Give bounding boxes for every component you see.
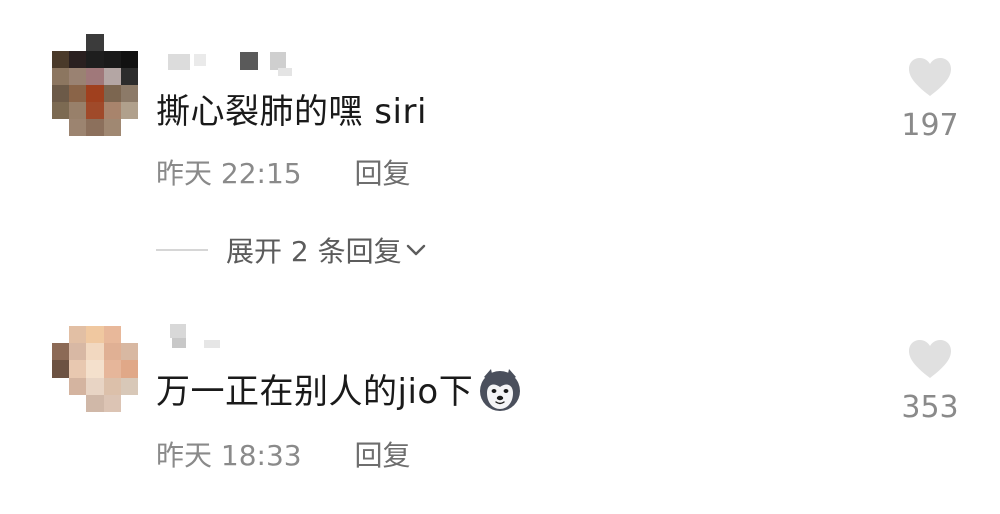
avatar-pixel	[120, 343, 138, 361]
avatar-pixel	[103, 102, 121, 119]
avatar-pixel	[52, 102, 70, 119]
avatar-pixel	[103, 360, 121, 378]
comment-item: 撕心裂肺的嘿 siri 昨天 22:15 回复 展开 2 条回复 197	[0, 0, 1000, 290]
avatar-pixel	[120, 68, 138, 85]
avatar-pixel	[103, 85, 121, 102]
avatar-pixel	[86, 326, 104, 344]
avatar-pixel	[86, 68, 104, 85]
avatar-pixel	[120, 326, 138, 344]
comment-text: 万一正在别人的jio下	[156, 364, 523, 413]
like-count: 197	[901, 108, 959, 143]
avatar-pixel	[52, 343, 70, 361]
comment-meta: 昨天 18:33 回复	[156, 434, 411, 474]
avatar-pixel	[69, 343, 87, 361]
avatar-pixel	[52, 51, 70, 68]
comment-meta: 昨天 22:15 回复	[156, 152, 411, 192]
comment-text-content: 万一正在别人的jio下	[156, 372, 474, 412]
avatar-pixel	[86, 360, 104, 378]
avatar-pixel	[120, 377, 138, 395]
avatar-pixel	[86, 394, 104, 412]
avatar-pixel	[86, 119, 104, 136]
avatar-pixel	[103, 343, 121, 361]
husky-emoji-icon	[480, 369, 521, 411]
avatar-pixel	[52, 377, 70, 395]
reply-button[interactable]: 回复	[355, 434, 411, 474]
heart-icon	[909, 58, 951, 96]
avatar-pixel	[52, 394, 70, 412]
like-count: 353	[901, 390, 959, 425]
avatar-pixel	[103, 51, 121, 68]
like-button[interactable]: 353	[890, 338, 970, 425]
comment-timestamp: 昨天 22:15	[156, 157, 302, 190]
avatar-pixel	[69, 85, 87, 102]
like-button[interactable]: 197	[890, 56, 970, 143]
avatar-pixel	[52, 360, 70, 378]
avatar-pixel	[103, 377, 121, 395]
chevron-down-icon	[406, 244, 425, 256]
expand-replies-button[interactable]: 展开 2 条回复	[156, 230, 428, 270]
avatar-pixel	[52, 34, 70, 51]
avatar[interactable]	[52, 326, 138, 412]
avatar-pixel	[69, 68, 87, 85]
avatar[interactable]	[52, 34, 138, 136]
avatar-pixel	[52, 85, 70, 102]
avatar-pixel	[52, 68, 70, 85]
avatar-pixel	[86, 343, 104, 361]
avatar-pixel	[103, 394, 121, 412]
avatar-pixel	[120, 394, 138, 412]
avatar-pixel	[120, 102, 138, 119]
avatar-pixel	[120, 51, 138, 68]
reply-button[interactable]: 回复	[355, 152, 411, 192]
comment-item: 万一正在别人的jio下 昨天 18:33 回复 353	[0, 300, 1000, 514]
avatar-pixel	[120, 85, 138, 102]
avatar-pixel	[86, 51, 104, 68]
avatar-pixel	[86, 34, 104, 51]
avatar-pixel	[103, 34, 121, 51]
avatar-pixel	[69, 360, 87, 378]
avatar-pixel	[103, 119, 121, 136]
avatar-pixel	[52, 326, 70, 344]
avatar-pixel	[120, 360, 138, 378]
avatar-pixel	[86, 102, 104, 119]
avatar-pixel	[69, 326, 87, 344]
expand-replies-label: 展开 2 条回复	[226, 235, 402, 268]
avatar-pixel	[86, 85, 104, 102]
avatar-pixel	[69, 51, 87, 68]
avatar-pixel	[52, 119, 70, 136]
avatar-pixel	[69, 394, 87, 412]
avatar-pixel	[69, 34, 87, 51]
avatar-pixel	[103, 326, 121, 344]
avatar-pixel	[69, 102, 87, 119]
heart-icon	[909, 340, 951, 378]
comment-text: 撕心裂肺的嘿 siri	[156, 92, 427, 132]
avatar-pixel	[120, 34, 138, 51]
comment-timestamp: 昨天 18:33	[156, 439, 302, 472]
divider-line	[156, 249, 208, 251]
avatar-pixel	[86, 377, 104, 395]
avatar-pixel	[69, 119, 87, 136]
avatar-pixel	[120, 119, 138, 136]
avatar-pixel	[69, 377, 87, 395]
avatar-pixel	[103, 68, 121, 85]
